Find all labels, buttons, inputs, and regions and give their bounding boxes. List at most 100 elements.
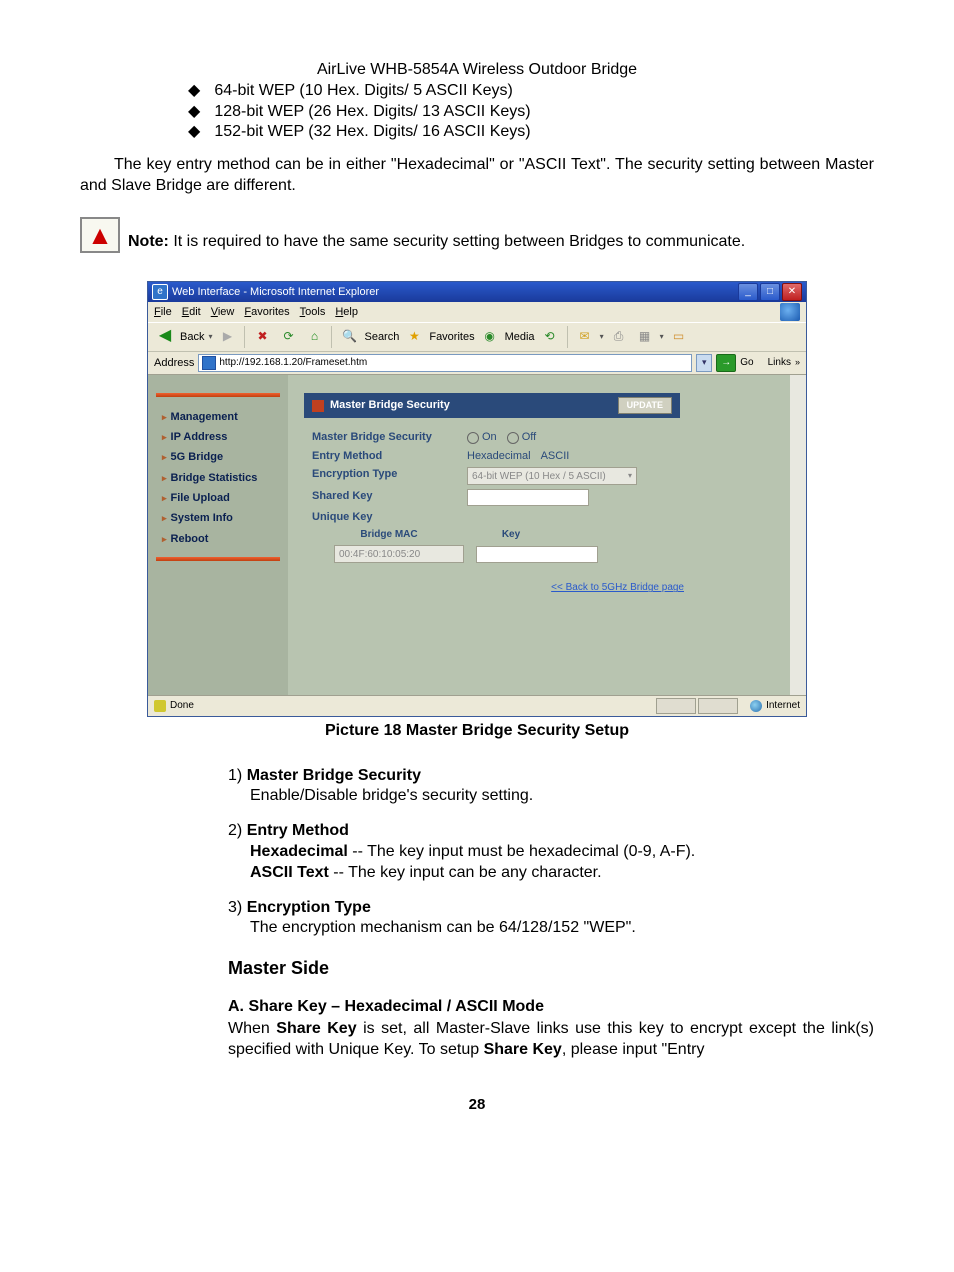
address-dropdown[interactable]: ▾ [696,354,712,372]
item-title: Encryption Type [247,899,371,916]
scrollbar[interactable] [790,375,806,695]
maximize-button[interactable]: □ [760,283,780,301]
item-number: 1) [228,767,242,784]
print-button[interactable]: ⎙ [608,326,630,348]
item-desc: Enable/Disable bridge's security setting… [250,786,874,807]
entry-ascii[interactable]: ASCII [541,449,570,463]
ie-window: e Web Interface - Microsoft Internet Exp… [147,281,807,717]
ie-addressbar: Address http://192.168.1.20/Frameset.htm… [148,352,806,375]
menu-tools[interactable]: Tools [300,305,326,319]
panel-icon [312,400,324,412]
refresh-button[interactable]: ⟳ [277,326,299,348]
key-header: Key [456,528,566,541]
encryption-value: 64-bit WEP (10 Hex / 5 ASCII) [472,470,606,483]
radio-on[interactable] [467,432,479,444]
paragraph: The key entry method can be in either "H… [80,155,874,197]
panel-title: Master Bridge Security [330,398,450,412]
back-button[interactable]: ◀ [154,326,176,348]
page-icon [202,356,216,370]
edit-button[interactable]: ▦ [634,326,656,348]
address-label: Address [154,356,194,370]
encryption-select[interactable]: 64-bit WEP (10 Hex / 5 ASCII) ▾ [467,467,637,485]
master-side-heading: Master Side [228,957,874,980]
config-main-panel: Master Bridge Security UPDATE Master Bri… [288,375,790,695]
menu-edit[interactable]: Edit [182,305,201,319]
description-list: 1) Master Bridge Security Enable/Disable… [228,766,874,940]
forward-button[interactable]: ▶ [216,326,238,348]
sidebar-item-reboot[interactable]: Reboot [148,529,288,549]
page-number: 28 [80,1095,874,1115]
list-item: 64-bit WEP (10 Hex. Digits/ 5 ASCII Keys… [188,81,874,102]
window-title: Web Interface - Microsoft Internet Explo… [172,285,379,299]
list-item: 128-bit WEP (26 Hex. Digits/ 13 ASCII Ke… [188,102,874,123]
item-title: Entry Method [247,822,349,839]
search-label: Search [364,330,399,344]
security-label: Master Bridge Security [304,430,467,444]
item-number: 3) [228,899,242,916]
item-title: Master Bridge Security [247,767,421,784]
address-input[interactable]: http://192.168.1.20/Frameset.htm [198,354,692,372]
item-desc: Hexadecimal -- The key input must be hex… [250,842,874,884]
menu-help[interactable]: Help [335,305,358,319]
ie-logo-icon [780,303,800,321]
sidebar-item-bridge-statistics[interactable]: Bridge Statistics [148,468,288,488]
subsection-title: A. Share Key – Hexadecimal / ASCII Mode [228,997,874,1018]
entry-hex[interactable]: Hexadecimal [467,449,531,463]
radio-off-label: Off [522,431,536,443]
back-label: Back [180,330,204,344]
shared-key-label: Shared Key [304,489,467,506]
sidebar-item-ip-address[interactable]: IP Address [148,427,288,447]
sidebar-item-5g-bridge[interactable]: 5G Bridge [148,447,288,467]
go-button[interactable]: → [716,354,736,372]
close-button[interactable]: ✕ [782,283,802,301]
stop-button[interactable]: ✖ [251,326,273,348]
ie-menubar: File Edit View Favorites Tools Help [148,302,806,322]
update-button[interactable]: UPDATE [618,397,672,415]
status-segment [698,698,738,714]
media-icon[interactable]: ◉ [479,326,501,348]
item-desc: The encryption mechanism can be 64/128/1… [250,918,874,939]
minimize-button[interactable]: _ [738,283,758,301]
back-link[interactable]: << Back to 5GHz Bridge page [551,582,684,593]
links-label[interactable]: Links [768,356,791,369]
discuss-button[interactable]: ▭ [668,326,690,348]
menu-favorites[interactable]: Favorites [244,305,289,319]
links-chevron-icon[interactable]: » [795,357,800,369]
shared-key-input[interactable] [467,489,589,506]
item-number: 2) [228,822,242,839]
ie-toolbar: ◀ Back ▾ ▶ ✖ ⟳ ⌂ 🔍 Search ★ Favorites ◉ … [148,322,806,352]
menu-file[interactable]: File [154,305,172,319]
radio-off[interactable] [507,432,519,444]
unique-key-input[interactable] [476,546,598,563]
media-label: Media [505,330,535,344]
radio-on-label: On [482,431,497,443]
ie-icon: e [152,284,168,300]
list-item: 152-bit WEP (32 Hex. Digits/ 16 ASCII Ke… [188,122,874,143]
url-text: http://192.168.1.20/Frameset.htm [219,356,367,369]
config-sidebar: Management IP Address 5G Bridge Bridge S… [148,375,288,695]
favorites-icon[interactable]: ★ [403,326,425,348]
menu-view[interactable]: View [211,305,235,319]
bridge-mac-header: Bridge MAC [334,528,444,541]
sidebar-item-system-info[interactable]: System Info [148,508,288,528]
bridge-mac-value: 00:4F:60:10:05:20 [334,545,464,563]
sidebar-item-management[interactable]: Management [148,407,288,427]
mail-button[interactable]: ✉ [574,326,596,348]
ie-statusbar: Done Internet [148,695,806,716]
status-text: Done [170,699,194,712]
note-text: It is required to have the same security… [169,233,745,250]
encryption-type-label: Encryption Type [304,467,467,485]
unique-key-label: Unique Key [304,510,467,524]
home-button[interactable]: ⌂ [303,326,325,348]
history-button[interactable]: ⟲ [539,326,561,348]
warning-icon: ▲ [80,217,120,253]
chevron-down-icon: ▾ [628,471,632,481]
internet-zone-icon [750,700,762,712]
subsection-body: When Share Key is set, all Master-Slave … [228,1019,874,1061]
search-icon[interactable]: 🔍 [338,326,360,348]
favorites-label: Favorites [429,330,474,344]
zone-label: Internet [766,699,800,712]
ie-titlebar: e Web Interface - Microsoft Internet Exp… [148,282,806,302]
go-label: Go [740,356,753,369]
sidebar-item-file-upload[interactable]: File Upload [148,488,288,508]
